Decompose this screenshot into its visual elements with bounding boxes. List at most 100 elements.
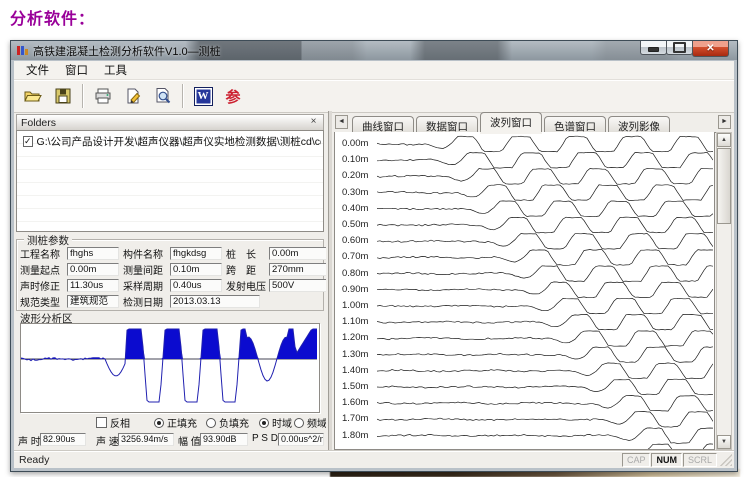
save-icon bbox=[53, 86, 73, 106]
status-bar: Ready CAPNUMSCRL bbox=[14, 451, 734, 468]
resize-grip[interactable] bbox=[720, 454, 732, 466]
folders-close-icon[interactable]: × bbox=[308, 117, 319, 128]
fill-positive-radio[interactable] bbox=[154, 418, 164, 428]
toolbar-separator bbox=[182, 84, 184, 108]
depth-label: 0.60m bbox=[342, 235, 368, 246]
menu-item-0[interactable]: 文件 bbox=[18, 60, 57, 80]
printer-icon bbox=[93, 86, 113, 106]
readout-field[interactable]: 93.90dB bbox=[200, 433, 248, 446]
tree-item-label: G:\公司产品设计开发\超声仪器\超声仪实地检测数据\测桩cd\cd03\cd0… bbox=[37, 134, 321, 149]
screen: 分析软件： 高铁建混凝土检测分析软件V1.0—测桩 ✕ 文件窗口工具 bbox=[0, 0, 745, 477]
vertical-scrollbar[interactable]: ▲ ▼ bbox=[716, 132, 732, 450]
menu-item-1[interactable]: 窗口 bbox=[57, 60, 96, 80]
param-field[interactable]: 建筑规范 bbox=[67, 295, 119, 308]
param-label: 采样周期 bbox=[123, 278, 170, 293]
pile-params-groupbox: 测桩参数 工程名称fhghs构件名称fhgkdsg桩 长0.00m测量起点0.0… bbox=[16, 239, 324, 311]
tab-3[interactable]: 色谱窗口 bbox=[544, 116, 606, 132]
tab-4[interactable]: 波列影像 bbox=[608, 116, 670, 132]
param-label: 发射电压 bbox=[226, 278, 269, 293]
fill-negative-label: 负填充 bbox=[219, 415, 249, 430]
open-file-button[interactable] bbox=[18, 83, 48, 110]
scroll-down-icon[interactable]: ▼ bbox=[717, 435, 731, 449]
wave-train-plot-area[interactable]: 0.00m0.10m0.20m0.30m0.40m0.50m0.60m0.70m… bbox=[334, 132, 715, 450]
word-icon: W bbox=[194, 87, 213, 106]
scrollbar-thumb[interactable] bbox=[717, 148, 731, 224]
minimize-button[interactable] bbox=[640, 41, 667, 55]
depth-label: 0.20m bbox=[342, 170, 368, 181]
depth-label: 0.90m bbox=[342, 284, 368, 295]
print-preview-button[interactable] bbox=[148, 83, 178, 110]
invert-checkbox-control[interactable]: 反相 bbox=[96, 415, 130, 430]
scroll-up-icon[interactable]: ▲ bbox=[717, 133, 731, 147]
toolbar-separator bbox=[82, 84, 84, 108]
print-button[interactable] bbox=[88, 83, 118, 110]
depth-label: 0.30m bbox=[342, 187, 368, 198]
param-field[interactable]: 270mm bbox=[269, 263, 326, 276]
tab-strip: ◄ 曲线窗口数据窗口波列窗口色谱窗口波列影像 ► bbox=[334, 112, 732, 133]
param-field[interactable]: 500V bbox=[269, 279, 326, 292]
waveform-plot bbox=[21, 324, 317, 410]
tab-scroll-right-button[interactable]: ► bbox=[718, 115, 731, 129]
param-label: 桩 长 bbox=[226, 246, 269, 261]
tabs: 曲线窗口数据窗口波列窗口色谱窗口波列影像 bbox=[352, 112, 672, 132]
depth-label: 1.40m bbox=[342, 365, 368, 376]
app-icon bbox=[17, 46, 29, 55]
param-label: 构件名称 bbox=[123, 246, 170, 261]
folders-tree[interactable]: G:\公司产品设计开发\超声仪器\超声仪实地检测数据\测桩cd\cd03\cd0… bbox=[16, 130, 324, 232]
status-text: Ready bbox=[14, 454, 49, 466]
page-title: 分析软件： bbox=[10, 5, 95, 29]
fill-negative-radio[interactable] bbox=[206, 418, 216, 428]
waveform-analysis-box[interactable] bbox=[20, 323, 320, 413]
reference-params-button[interactable]: 参 bbox=[218, 83, 248, 110]
invert-label: 反相 bbox=[110, 415, 130, 430]
readout-label: 声 时 bbox=[18, 433, 41, 448]
tab-0[interactable]: 曲线窗口 bbox=[352, 116, 414, 132]
param-field[interactable]: 2013.03.13 bbox=[170, 295, 260, 308]
word-export-button[interactable]: W bbox=[188, 83, 218, 110]
title-bar[interactable]: 高铁建混凝土检测分析软件V1.0—测桩 ✕ bbox=[11, 41, 737, 60]
depth-label: 1.30m bbox=[342, 349, 368, 360]
param-field[interactable]: 0.00m bbox=[67, 263, 119, 276]
status-indicator-num: NUM bbox=[651, 453, 682, 467]
readout-field[interactable]: 0.00us^2/m bbox=[278, 433, 324, 446]
fill-negative-radio-control[interactable]: 负填充 bbox=[206, 415, 249, 430]
param-row: 测量起点0.00m测量间距0.10m跨 距270mm bbox=[20, 262, 320, 276]
app-window: 高铁建混凝土检测分析软件V1.0—测桩 ✕ 文件窗口工具 bbox=[10, 40, 738, 472]
param-label: 跨 距 bbox=[226, 262, 269, 277]
param-label: 规范类型 bbox=[20, 294, 67, 309]
menu-item-2[interactable]: 工具 bbox=[96, 60, 135, 80]
param-field[interactable]: 0.10m bbox=[170, 263, 222, 276]
fill-positive-radio-control[interactable]: 正填充 bbox=[154, 415, 197, 430]
freq-domain-radio[interactable] bbox=[294, 418, 304, 428]
panel-splitter[interactable] bbox=[328, 111, 332, 452]
time-domain-radio-control[interactable]: 时域 bbox=[259, 415, 292, 430]
param-field[interactable]: 0.40us bbox=[170, 279, 222, 292]
readout-field[interactable]: 3256.94m/s bbox=[118, 433, 174, 446]
save-button[interactable] bbox=[48, 83, 78, 110]
status-indicator-scrl: SCRL bbox=[683, 453, 717, 467]
tab-scroll-left-button[interactable]: ◄ bbox=[335, 115, 348, 129]
client-area: 文件窗口工具 bbox=[14, 61, 734, 468]
param-field[interactable]: fhghs bbox=[67, 247, 119, 260]
readout-field[interactable]: 82.90us bbox=[40, 433, 86, 446]
depth-label: 0.50m bbox=[342, 219, 368, 230]
time-domain-radio[interactable] bbox=[259, 418, 269, 428]
menu-bar: 文件窗口工具 bbox=[14, 61, 734, 80]
tab-1[interactable]: 数据窗口 bbox=[416, 116, 478, 132]
invert-checkbox[interactable] bbox=[96, 417, 107, 428]
param-field[interactable]: 11.30us bbox=[67, 279, 119, 292]
depth-label: 0.10m bbox=[342, 154, 368, 165]
param-field[interactable]: 0.00m bbox=[269, 247, 326, 260]
freq-domain-radio-control[interactable]: 频域 bbox=[294, 415, 326, 430]
param-label: 测量起点 bbox=[20, 262, 67, 277]
print-setup-button[interactable] bbox=[118, 83, 148, 110]
window-controls: ✕ bbox=[641, 41, 729, 57]
close-button[interactable]: ✕ bbox=[692, 41, 729, 57]
param-field[interactable]: fhgkdsg bbox=[170, 247, 222, 260]
folders-panel: Folders × G:\公司产品设计开发\超声仪器\超声仪实地检测数据\测桩c… bbox=[16, 114, 324, 232]
maximize-button[interactable] bbox=[666, 41, 693, 55]
tree-item[interactable]: G:\公司产品设计开发\超声仪器\超声仪实地检测数据\测桩cd\cd03\cd0… bbox=[23, 134, 321, 149]
tree-item-checkbox[interactable] bbox=[23, 136, 33, 147]
tab-2[interactable]: 波列窗口 bbox=[480, 112, 542, 132]
folders-panel-header[interactable]: Folders × bbox=[16, 114, 324, 131]
